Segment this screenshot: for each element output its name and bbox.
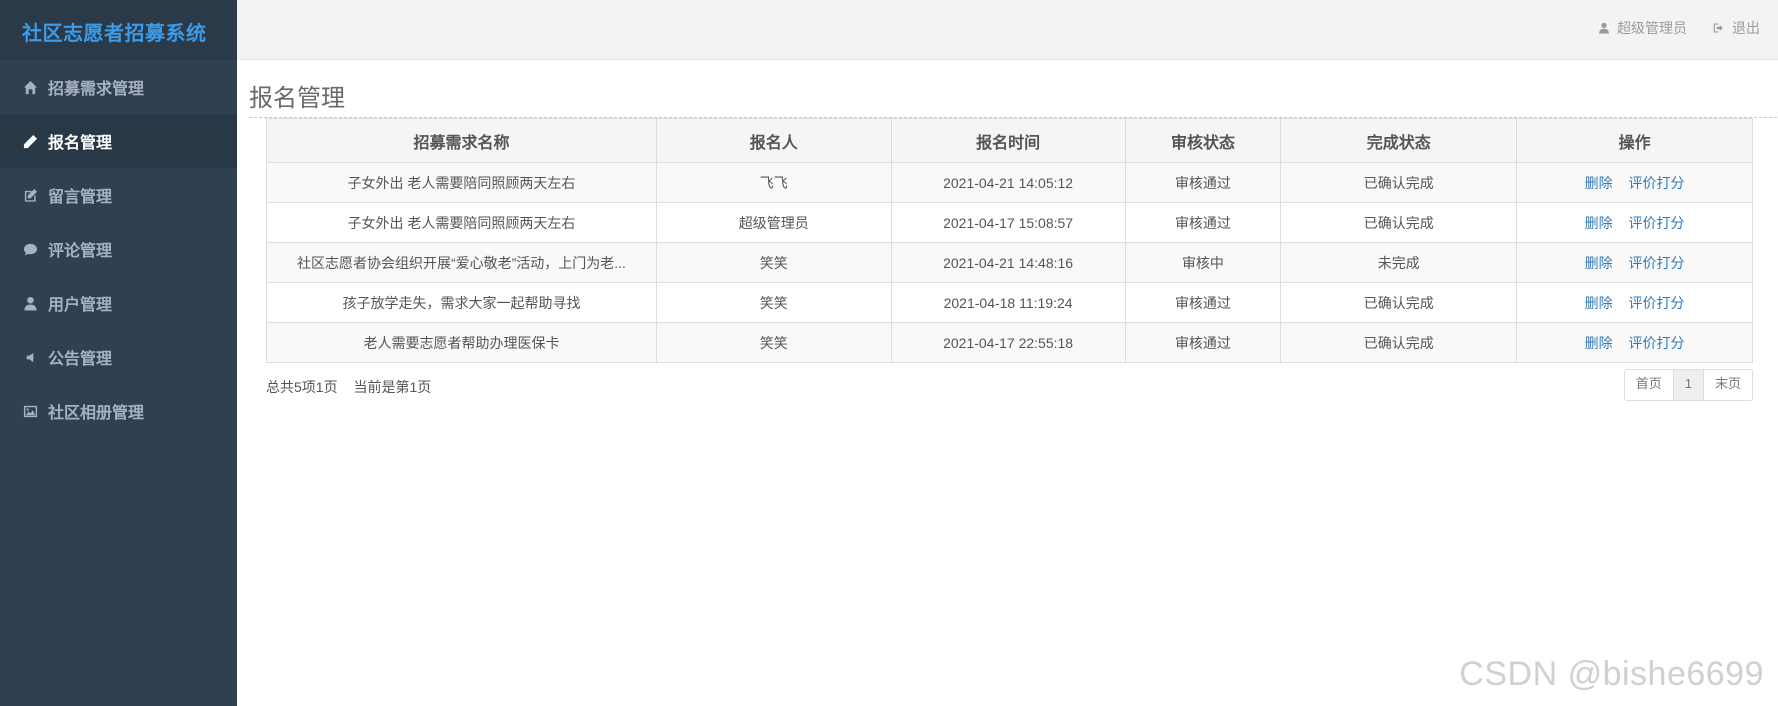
sidebar: 社区志愿者招募系统 招募需求管理 报名管理 留言管理 评论管理 用户管理 公告管…: [0, 0, 237, 706]
current-user-label: 超级管理员: [1617, 20, 1687, 36]
cell-audit: 审核通过: [1124, 322, 1282, 363]
cell-user: 笑笑: [655, 282, 892, 323]
rate-link[interactable]: 评价打分: [1629, 175, 1685, 191]
sidebar-item-label: 用户管理: [48, 297, 113, 314]
volume-icon: [22, 349, 38, 365]
rate-link[interactable]: 评价打分: [1629, 295, 1685, 311]
edit-icon: [22, 187, 38, 203]
watermark: CSDN @bishe6699: [1459, 655, 1764, 693]
rate-link[interactable]: 评价打分: [1629, 335, 1685, 351]
cell-time: 2021-04-17 15:08:57: [890, 202, 1126, 243]
cell-done: 已确认完成: [1280, 162, 1518, 203]
header-time: 报名时间: [890, 118, 1126, 163]
table-row: 社区志愿者协会组织开展“爱心敬老”活动，上门为老... 笑笑 2021-04-2…: [266, 242, 1753, 283]
header-audit: 审核状态: [1124, 118, 1282, 163]
cell-audit: 审核通过: [1124, 162, 1282, 203]
table-footer: 总共5项1页 当前是第1页 首页 1 末页: [266, 363, 1753, 405]
cell-done: 未完成: [1280, 242, 1518, 283]
cell-actions: 删除 评价打分: [1516, 162, 1753, 203]
sidebar-item-comment[interactable]: 评论管理: [0, 222, 237, 276]
pagination-info: 总共5项1页 当前是第1页: [266, 377, 431, 397]
last-page-button[interactable]: 末页: [1702, 370, 1752, 400]
cell-audit: 审核通过: [1124, 202, 1282, 243]
cell-actions: 删除 评价打分: [1516, 202, 1753, 243]
sidebar-item-label: 报名管理: [48, 135, 113, 152]
cell-name: 子女外出 老人需要陪同照顾两天左右: [266, 162, 657, 203]
sidebar-item-label: 公告管理: [48, 351, 113, 368]
page-1-button[interactable]: 1: [1672, 370, 1703, 400]
sidebar-item-label: 评论管理: [48, 243, 113, 260]
pagination: 首页 1 末页: [1623, 369, 1753, 401]
table-row: 老人需要志愿者帮助办理医保卡 笑笑 2021-04-17 22:55:18 审核…: [266, 322, 1753, 363]
home-icon: [22, 79, 38, 95]
sidebar-item-album[interactable]: 社区相册管理: [0, 384, 237, 438]
pencil-icon: [22, 133, 38, 149]
sidebar-item-user[interactable]: 用户管理: [0, 276, 237, 330]
cell-name: 老人需要志愿者帮助办理医保卡: [266, 322, 657, 363]
app-title: 社区志愿者招募系统: [0, 0, 237, 60]
header-name: 招募需求名称: [266, 118, 657, 163]
sidebar-item-signup[interactable]: 报名管理: [0, 114, 237, 168]
user-icon: [1599, 22, 1609, 34]
image-icon: [22, 403, 38, 419]
table-row: 孩子放学走失，需求大家一起帮助寻找 笑笑 2021-04-18 11:19:24…: [266, 282, 1753, 323]
rate-link[interactable]: 评价打分: [1629, 255, 1685, 271]
cell-actions: 删除 评价打分: [1516, 322, 1753, 363]
table-row: 子女外出 老人需要陪同照顾两天左右 飞飞 2021-04-21 14:05:12…: [266, 162, 1753, 203]
sidebar-item-label: 留言管理: [48, 189, 113, 206]
cell-done: 已确认完成: [1280, 202, 1518, 243]
current-user-link[interactable]: 超级管理员: [1598, 18, 1687, 38]
signup-table-wrap: 招募需求名称 报名人 报名时间 审核状态 完成状态 操作 子女外出 老人需要陪同…: [266, 118, 1753, 363]
cell-done: 已确认完成: [1280, 322, 1518, 363]
rate-link[interactable]: 评价打分: [1629, 215, 1685, 231]
delete-link[interactable]: 删除: [1585, 335, 1613, 351]
table-row: 子女外出 老人需要陪同照顾两天左右 超级管理员 2021-04-17 15:08…: [266, 202, 1753, 243]
top-navbar: 超级管理员 退出: [237, 0, 1778, 60]
cell-user: 笑笑: [655, 242, 892, 283]
cell-user: 飞飞: [655, 162, 892, 203]
cell-time: 2021-04-18 11:19:24: [890, 282, 1126, 323]
signup-table: 招募需求名称 报名人 报名时间 审核状态 完成状态 操作 子女外出 老人需要陪同…: [266, 118, 1753, 363]
delete-link[interactable]: 删除: [1585, 295, 1613, 311]
header-user: 报名人: [655, 118, 892, 163]
cell-name: 孩子放学走失，需求大家一起帮助寻找: [266, 282, 657, 323]
first-page-button[interactable]: 首页: [1624, 370, 1673, 400]
cell-time: 2021-04-21 14:48:16: [890, 242, 1126, 283]
page-title: 报名管理: [249, 78, 1777, 118]
cell-actions: 删除 评价打分: [1516, 242, 1753, 283]
current-page-text: 当前是第1页: [353, 379, 432, 395]
sidebar-item-label: 招募需求管理: [48, 81, 145, 98]
sidebar-item-notice[interactable]: 公告管理: [0, 330, 237, 384]
delete-link[interactable]: 删除: [1585, 255, 1613, 271]
logout-link[interactable]: 退出: [1713, 18, 1760, 38]
cell-time: 2021-04-21 14:05:12: [890, 162, 1126, 203]
header-actions: 操作: [1516, 118, 1753, 163]
cell-time: 2021-04-17 22:55:18: [890, 322, 1126, 363]
user-icon: [22, 295, 38, 311]
cell-name: 子女外出 老人需要陪同照顾两天左右: [266, 202, 657, 243]
cell-actions: 删除 评价打分: [1516, 282, 1753, 323]
cell-name: 社区志愿者协会组织开展“爱心敬老”活动，上门为老...: [266, 242, 657, 283]
sign-out-icon: [1713, 23, 1723, 33]
sidebar-item-label: 社区相册管理: [48, 405, 145, 422]
delete-link[interactable]: 删除: [1585, 175, 1613, 191]
main-content: 报名管理 招募需求名称 报名人 报名时间 审核状态 完成状态 操作 子女外出 老…: [237, 60, 1778, 405]
sidebar-item-message[interactable]: 留言管理: [0, 168, 237, 222]
cell-audit: 审核通过: [1124, 282, 1282, 323]
cell-done: 已确认完成: [1280, 282, 1518, 323]
logout-label: 退出: [1732, 20, 1760, 36]
cell-user: 笑笑: [655, 322, 892, 363]
comment-icon: [22, 241, 38, 257]
sidebar-item-recruit[interactable]: 招募需求管理: [0, 60, 237, 114]
table-header-row: 招募需求名称 报名人 报名时间 审核状态 完成状态 操作: [266, 118, 1753, 163]
total-count-text: 总共5项1页: [266, 379, 338, 395]
delete-link[interactable]: 删除: [1585, 215, 1613, 231]
header-done: 完成状态: [1280, 118, 1518, 163]
cell-user: 超级管理员: [655, 202, 892, 243]
cell-audit: 审核中: [1124, 242, 1282, 283]
